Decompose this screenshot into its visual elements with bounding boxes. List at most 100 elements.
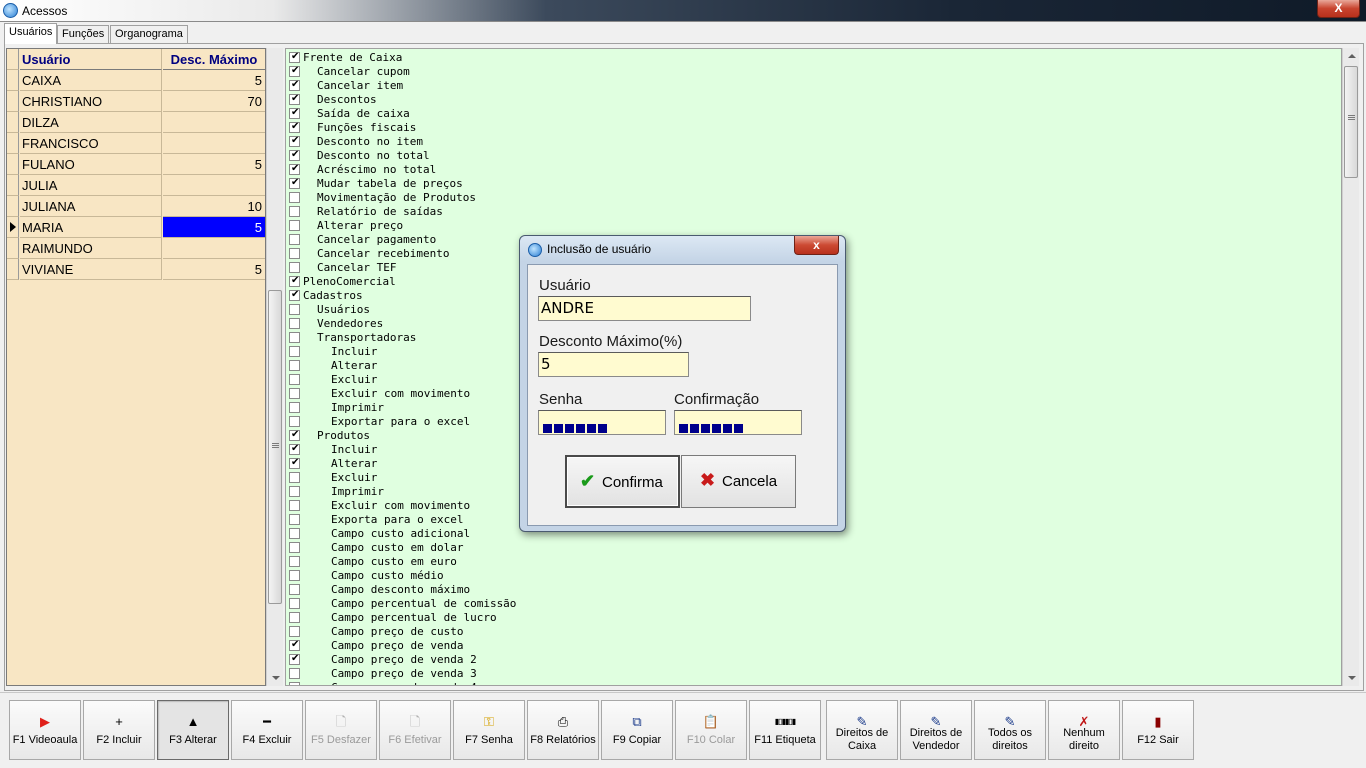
checkbox[interactable] <box>289 456 300 470</box>
checkbox[interactable] <box>289 176 300 190</box>
nenhum-direito-button[interactable]: ✗ Nenhum direito <box>1048 700 1120 760</box>
checkbox[interactable] <box>289 148 300 162</box>
f10-colar-button[interactable]: 📋 F10 Colar <box>675 700 747 760</box>
tab-organograma[interactable]: Organograma <box>110 25 188 43</box>
users-grid[interactable]: Usuário Desc. Máximo CAIXA 5 CHRISTIANO 70 D… <box>6 48 266 686</box>
checkbox[interactable] <box>289 570 300 581</box>
checkbox[interactable] <box>289 486 300 497</box>
checkbox[interactable] <box>289 472 300 483</box>
confirmacao-input[interactable] <box>674 410 802 435</box>
cell-usuario[interactable]: VIVIANE <box>20 259 162 280</box>
cell-desc-maximo[interactable] <box>163 112 265 133</box>
direitos-vendedor-button[interactable]: ✎ Direitos de Vendedor <box>900 700 972 760</box>
table-row[interactable]: FRANCISCO <box>7 133 265 154</box>
table-row[interactable]: RAIMUNDO <box>7 238 265 259</box>
cell-usuario[interactable]: RAIMUNDO <box>20 238 162 259</box>
cell-usuario[interactable]: JULIANA <box>20 196 162 217</box>
scrollbar-thumb[interactable] <box>1344 66 1358 178</box>
scroll-up-arrow[interactable] <box>1348 54 1356 58</box>
f7-senha-button[interactable]: ⚿ F7 Senha <box>453 700 525 760</box>
checkbox[interactable] <box>289 374 300 385</box>
checkbox[interactable] <box>289 652 300 666</box>
usuario-input[interactable]: ANDRE <box>538 296 751 321</box>
checkbox[interactable] <box>289 428 300 442</box>
desconto-maximo-input[interactable]: 5 <box>538 352 689 377</box>
checkbox[interactable] <box>289 528 300 539</box>
f2-incluir-button[interactable]: + F2 Incluir <box>83 700 155 760</box>
checkbox[interactable] <box>289 234 300 245</box>
checkbox[interactable] <box>289 584 300 595</box>
tab-usuarios[interactable]: Usuários <box>4 23 58 44</box>
checkbox[interactable] <box>289 274 300 288</box>
cell-desc-maximo[interactable]: 5 <box>163 154 265 175</box>
table-row[interactable]: CHRISTIANO 70 <box>7 91 265 112</box>
scrollbar-thumb[interactable] <box>268 290 282 604</box>
checkbox[interactable] <box>289 346 300 357</box>
confirma-button[interactable]: ✔ Confirma <box>565 455 680 508</box>
cell-desc-maximo[interactable] <box>163 238 265 259</box>
f1-videoaula-button[interactable]: ▶ F1 Videoaula <box>9 700 81 760</box>
checkbox[interactable] <box>289 288 300 302</box>
cell-usuario[interactable]: DILZA <box>20 112 162 133</box>
checkbox[interactable] <box>289 318 300 329</box>
checkbox[interactable] <box>289 416 300 427</box>
f4-excluir-button[interactable]: ━ F4 Excluir <box>231 700 303 760</box>
checkbox[interactable] <box>289 64 300 78</box>
checkbox[interactable] <box>289 542 300 553</box>
table-row[interactable]: DILZA <box>7 112 265 133</box>
checkbox[interactable] <box>289 162 300 176</box>
checkbox[interactable] <box>289 220 300 231</box>
f12-sair-button[interactable]: ▮ F12 Sair <box>1122 700 1194 760</box>
cell-desc-maximo[interactable] <box>163 133 265 154</box>
checkbox[interactable] <box>289 248 300 259</box>
checkbox[interactable] <box>289 92 300 106</box>
column-header-usuario[interactable]: Usuário <box>20 49 162 70</box>
f5-desfazer-button[interactable]: 🗋 F5 Desfazer <box>305 700 377 760</box>
checkbox[interactable] <box>289 612 300 623</box>
splitter-scrollbar[interactable] <box>266 48 283 686</box>
checkbox[interactable] <box>289 192 300 203</box>
tree-scrollbar[interactable] <box>1342 48 1359 686</box>
checkbox[interactable] <box>289 50 300 64</box>
cell-desc-maximo[interactable] <box>163 175 265 196</box>
checkbox[interactable] <box>289 304 300 315</box>
checkbox[interactable] <box>289 360 300 371</box>
checkbox[interactable] <box>289 556 300 567</box>
checkbox[interactable] <box>289 402 300 413</box>
cell-desc-maximo[interactable]: 5 <box>163 217 265 238</box>
cancela-button[interactable]: ✖ Cancela <box>681 455 796 508</box>
checkbox[interactable] <box>289 682 300 685</box>
table-row[interactable]: FULANO 5 <box>7 154 265 175</box>
checkbox[interactable] <box>289 206 300 217</box>
tab-funcoes[interactable]: Funções <box>57 25 110 43</box>
checkbox[interactable] <box>289 332 300 343</box>
f9-copiar-button[interactable]: ⧉ F9 Copiar <box>601 700 673 760</box>
senha-input[interactable] <box>538 410 666 435</box>
checkbox[interactable] <box>289 638 300 652</box>
scroll-down-arrow[interactable] <box>272 676 280 680</box>
cell-usuario[interactable]: MARIA <box>20 217 162 238</box>
table-row[interactable]: JULIA <box>7 175 265 196</box>
cell-desc-maximo[interactable]: 5 <box>163 70 265 91</box>
checkbox[interactable] <box>289 134 300 148</box>
direitos-caixa-button[interactable]: ✎ Direitos de Caixa <box>826 700 898 760</box>
cell-usuario[interactable]: FRANCISCO <box>20 133 162 154</box>
column-header-desc-maximo[interactable]: Desc. Máximo <box>163 49 265 70</box>
table-row[interactable]: JULIANA 10 <box>7 196 265 217</box>
checkbox[interactable] <box>289 500 300 511</box>
cell-desc-maximo[interactable]: 5 <box>163 259 265 280</box>
checkbox[interactable] <box>289 388 300 399</box>
checkbox[interactable] <box>289 120 300 134</box>
table-row[interactable]: MARIA 5 <box>7 217 265 238</box>
cell-usuario[interactable]: CHRISTIANO <box>20 91 162 112</box>
todos-direitos-button[interactable]: ✎ Todos os direitos <box>974 700 1046 760</box>
f8-relatorios-button[interactable]: ⎙ F8 Relatórios <box>527 700 599 760</box>
checkbox[interactable] <box>289 262 300 273</box>
checkbox[interactable] <box>289 668 300 679</box>
f6-efetivar-button[interactable]: 🗋 F6 Efetivar <box>379 700 451 760</box>
checkbox[interactable] <box>289 78 300 92</box>
checkbox[interactable] <box>289 106 300 120</box>
cell-desc-maximo[interactable]: 70 <box>163 91 265 112</box>
f11-etiqueta-button[interactable]: ▮▯▮▮▯▮ F11 Etiqueta <box>749 700 821 760</box>
cell-usuario[interactable]: FULANO <box>20 154 162 175</box>
